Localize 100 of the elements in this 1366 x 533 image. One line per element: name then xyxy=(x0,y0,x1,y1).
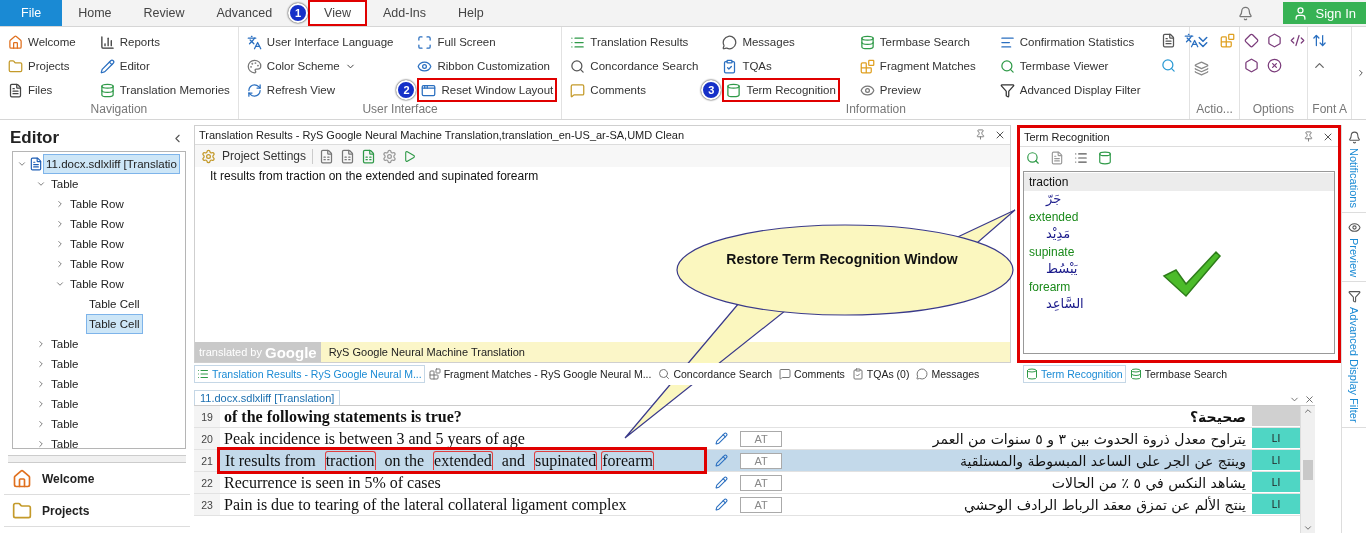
panel-title: Translation Results - RyS Google Neural Machine Translation,translation_en-US_ar-SA,UMD Clean xyxy=(199,129,685,141)
ribbon-button[interactable]: Termbase Viewer xyxy=(995,54,1145,78)
statistics-icon xyxy=(999,34,1015,50)
menu-tab[interactable]: Review xyxy=(127,0,201,26)
term-source[interactable]: forearm xyxy=(1024,278,1334,296)
pin-icon xyxy=(1303,131,1314,142)
recognized-term: traction xyxy=(324,451,376,470)
ribbon-button[interactable]: Fragment Matches xyxy=(855,54,980,78)
side-tab[interactable]: Advanced Display Filter xyxy=(1342,286,1366,428)
tree-item[interactable]: Table xyxy=(48,374,82,394)
tree-item[interactable]: Table xyxy=(48,414,82,434)
ribbon-button[interactable]: Advanced Display Filter xyxy=(995,78,1145,102)
document-icon xyxy=(1160,33,1176,48)
menu-tab[interactable]: Help xyxy=(442,0,500,26)
scroll-thumb[interactable] xyxy=(1303,459,1313,480)
ribbon-button[interactable]: Comments xyxy=(566,78,703,102)
ribbon-button[interactable]: Ribbon Customization xyxy=(413,54,558,78)
panel-tab[interactable]: Messages xyxy=(913,365,983,383)
tree-item[interactable]: Table Cell xyxy=(86,314,143,334)
spreadsheet-icon xyxy=(319,148,335,164)
term-source[interactable]: traction xyxy=(1024,173,1334,191)
close-icon xyxy=(1266,58,1282,73)
clipboard-icon xyxy=(851,368,864,380)
recognized-term: forearm xyxy=(601,451,654,470)
ribbon-button[interactable]: Projects xyxy=(4,54,80,78)
ribbon-button[interactable]: Reset Window Layout xyxy=(417,78,558,102)
tree-item[interactable]: Table Row xyxy=(67,234,127,254)
ribbon-button[interactable]: Color Scheme xyxy=(242,54,398,78)
panel-tab[interactable]: Fragment Matches - RyS Google Neural M... xyxy=(425,365,655,383)
menu-tab[interactable]: Home xyxy=(62,0,128,26)
status-label: AT xyxy=(740,452,782,469)
language-icon xyxy=(246,34,262,50)
database-icon xyxy=(859,34,875,50)
tree-item[interactable]: Table xyxy=(48,434,82,448)
ribbon-button[interactable]: Concordance Search xyxy=(566,54,703,78)
ribbon-button[interactable]: Welcome xyxy=(4,30,80,54)
menu-tab[interactable]: Advanced xyxy=(200,0,289,26)
tree-item[interactable]: Table Row xyxy=(67,194,127,214)
document-icon xyxy=(29,157,43,171)
ribbon-button[interactable]: TQAs xyxy=(718,54,840,78)
status-label: AT xyxy=(740,474,782,491)
panel-tab[interactable]: Termbase Search xyxy=(1126,365,1230,383)
ribbon-button[interactable]: Translation Memories xyxy=(95,78,234,102)
menu-tab[interactable]: View xyxy=(308,0,367,26)
ribbon-button[interactable]: Term Recognition xyxy=(722,78,840,102)
ribbon-button[interactable]: Confirmation Statistics xyxy=(995,30,1145,54)
ribbon-button[interactable]: Preview xyxy=(855,78,980,102)
scrollbar[interactable] xyxy=(1300,406,1315,533)
panel-tab[interactable]: Comments xyxy=(776,365,848,383)
refresh-icon xyxy=(246,82,262,98)
tree-item[interactable]: Table xyxy=(48,174,82,194)
pencil-icon xyxy=(714,432,728,445)
tree-item[interactable]: Table Row xyxy=(67,254,127,274)
blocks-icon xyxy=(428,368,441,380)
ribbon-button[interactable]: User Interface Language xyxy=(242,30,398,54)
term-translation: مَدِيْد xyxy=(1045,226,1071,243)
tree-item[interactable]: 11.docx.sdlxliff [Translatio xyxy=(43,154,180,174)
font-size-icon xyxy=(1312,33,1328,48)
panel-tab[interactable]: Term Recognition xyxy=(1023,365,1126,383)
ribbon-button[interactable]: Translation Results xyxy=(566,30,703,54)
menu-tab[interactable]: Add-Ins xyxy=(367,0,443,26)
tree-item[interactable]: Table Cell xyxy=(86,294,143,314)
layers-icon xyxy=(1194,61,1210,76)
tree-item[interactable]: Table xyxy=(48,354,82,374)
ribbon-button[interactable]: Editor xyxy=(95,54,234,78)
pencil-icon xyxy=(714,476,728,489)
search-icon xyxy=(1160,58,1176,73)
ribbon-button[interactable]: Messages xyxy=(718,30,840,54)
tree-item[interactable]: Table xyxy=(48,334,82,354)
eye-icon xyxy=(859,82,875,98)
ribbon-button[interactable]: Termbase Search xyxy=(855,30,980,54)
menu-tab[interactable]: File xyxy=(0,0,63,26)
target-text: وينتج عن الجر على الساعد المبسوطة والمستلقية xyxy=(958,451,1247,471)
tree-item[interactable]: Table Row xyxy=(67,274,127,294)
panel-tab[interactable]: Translation Results - RyS Google Neural M... xyxy=(194,365,425,383)
panel-tab[interactable]: TQAs (0) xyxy=(848,365,913,383)
step-badge: 2 xyxy=(396,80,417,100)
term-source[interactable]: extended xyxy=(1024,208,1334,226)
term-translation: يَبْسُط xyxy=(1045,261,1078,278)
tools-icon xyxy=(382,148,398,164)
cylinder-icon xyxy=(1098,151,1112,165)
tree-item[interactable]: Table Row xyxy=(67,214,127,234)
ribbon-button[interactable]: Files xyxy=(4,78,80,102)
project-settings-button[interactable]: Project Settings xyxy=(201,148,314,164)
side-tab[interactable]: Notifications xyxy=(1342,127,1366,213)
ribbon-button[interactable]: Full Screen xyxy=(413,30,558,54)
hexagon-icon xyxy=(1243,58,1259,73)
origin-label: LI xyxy=(1271,432,1281,444)
splitter[interactable] xyxy=(8,455,186,463)
tree-item[interactable]: Table xyxy=(48,394,82,414)
ribbon-button[interactable]: Reports xyxy=(95,30,234,54)
document-tab[interactable]: 11.docx.sdlxliff [Translation] xyxy=(194,390,341,405)
ribbon-button[interactable]: Refresh View xyxy=(242,78,398,102)
source-text: of the following statements is true? xyxy=(223,406,463,427)
pencil-icon xyxy=(714,454,728,467)
panel-tab[interactable]: Concordance Search xyxy=(655,365,776,383)
side-tab[interactable]: Preview xyxy=(1342,216,1366,283)
clipboard-icon xyxy=(722,58,738,74)
target-text: يتراوح معدل ذروة الحدوث بين ٣ و ٥ سنوات من العمر xyxy=(931,429,1247,449)
term-source[interactable]: supinate xyxy=(1024,243,1334,261)
